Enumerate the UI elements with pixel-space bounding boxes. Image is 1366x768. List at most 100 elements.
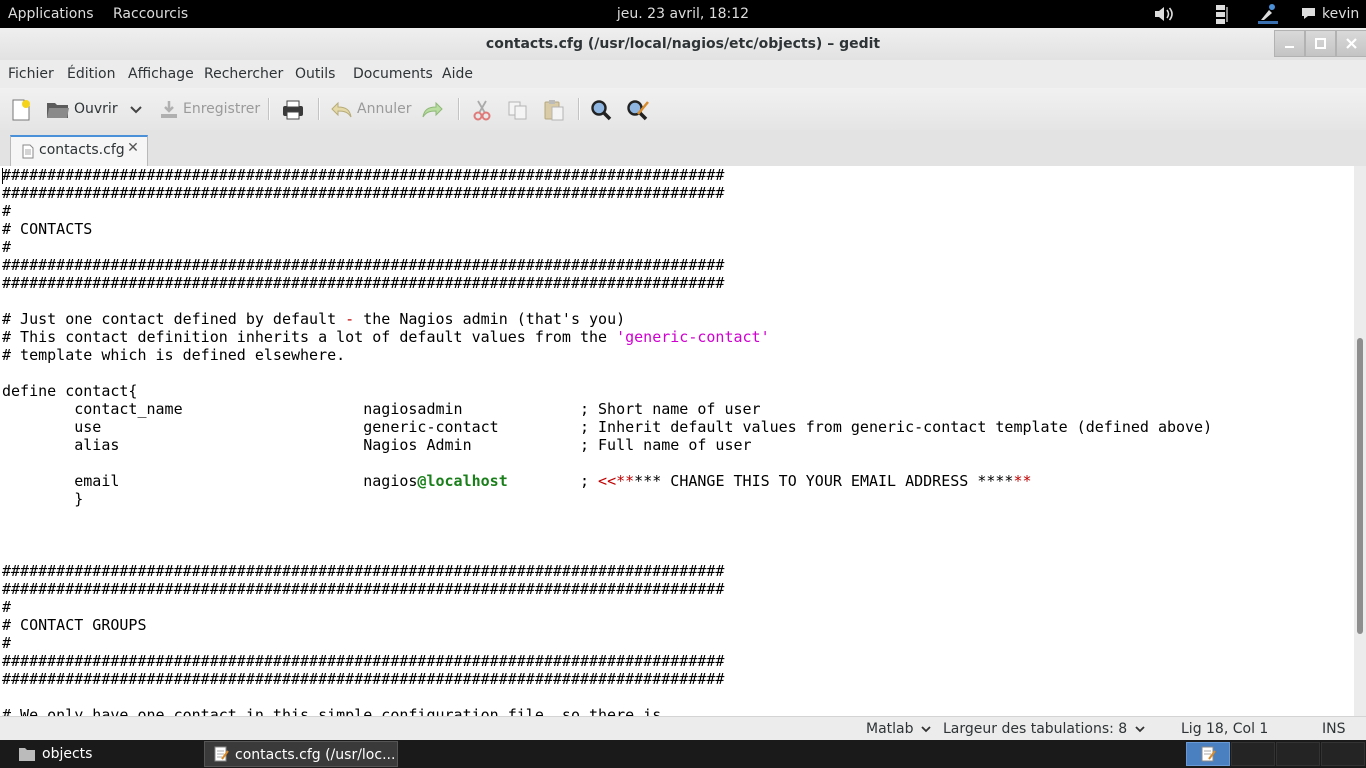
minimize-button[interactable] (1274, 30, 1305, 57)
printer-icon (283, 100, 303, 120)
code-line: ########################################… (2, 166, 725, 184)
code-line: # This contact definition inherits a lot… (2, 328, 770, 346)
document-tabs: contacts.cfg ✕ (0, 130, 1366, 167)
menu-bar: Fichier Édition Affichage Rechercher Out… (0, 60, 1366, 88)
save-icon (161, 101, 177, 118)
tab-width-selector[interactable]: Largeur des tabulations: 8 (943, 717, 1145, 741)
close-icon (1346, 38, 1357, 49)
text-editor[interactable]: ########################################… (0, 166, 1354, 716)
code-line: ########################################… (2, 652, 725, 670)
toolbar: Ouvrir Enregistrer Annuler (0, 88, 1366, 131)
code-line: ########################################… (2, 580, 725, 598)
status-bar: Matlab Largeur des tabulations: 8 Lig 18… (0, 716, 1366, 741)
code-line: # Just one contact defined by default - … (2, 310, 626, 328)
print-button[interactable] (280, 96, 306, 122)
text-cursor (2, 168, 3, 184)
window-title: contacts.cfg (/usr/local/nagios/etc/obje… (485, 36, 881, 52)
maximize-button[interactable] (1305, 30, 1336, 57)
window-titlebar[interactable]: contacts.cfg (/usr/local/nagios/etc/obje… (0, 28, 1366, 60)
menu-aide[interactable]: Aide (442, 60, 473, 88)
paste-button[interactable] (542, 96, 568, 122)
code-line: alias Nagios Admin ; Full name of user (2, 436, 752, 454)
code-line: ########################################… (2, 274, 725, 292)
text-editor-icon (1201, 746, 1216, 762)
clock[interactable]: jeu. 23 avril, 18:12 (617, 6, 749, 22)
workspace-1[interactable] (1186, 742, 1230, 766)
applications-menu[interactable]: Applications (8, 0, 94, 28)
accessibility-icon[interactable] (1256, 0, 1280, 28)
paste-icon (544, 100, 564, 121)
new-document-button[interactable] (9, 96, 37, 122)
code-line: # (2, 202, 12, 220)
language-label: Matlab (866, 721, 914, 737)
code-line: # (2, 598, 12, 616)
menu-outils[interactable]: Outils (295, 60, 335, 88)
menu-documents[interactable]: Documents (353, 60, 433, 88)
chevron-down-icon (130, 106, 142, 114)
maximize-icon (1315, 38, 1326, 49)
language-selector[interactable]: Matlab (866, 717, 931, 741)
redo-icon (422, 101, 443, 118)
search-icon (591, 100, 612, 121)
redo-button[interactable] (420, 96, 448, 122)
undo-label: Annuler (357, 101, 412, 117)
cursor-position: Lig 18, Col 1 (1181, 721, 1269, 737)
chevron-down-icon (1135, 726, 1145, 733)
code-line: # (2, 634, 12, 652)
top-panel: Applications Raccourcis jeu. 23 avril, 1… (0, 0, 1366, 28)
menu-affichage[interactable]: Affichage (128, 60, 194, 88)
code-line: # template which is defined elsewhere. (2, 346, 346, 364)
toolbar-separator (268, 98, 270, 120)
find-button[interactable] (589, 96, 615, 122)
code-line: # CONTACT GROUPS (2, 616, 147, 634)
close-window-button[interactable] (1336, 30, 1366, 57)
copy-button[interactable] (506, 96, 532, 122)
menu-edition[interactable]: Édition (67, 60, 115, 88)
code-line: email nagios@localhost ; <<***** CHANGE … (2, 472, 1032, 490)
code-line: ########################################… (2, 562, 725, 580)
chat-icon[interactable] (1300, 0, 1318, 28)
find-replace-button[interactable] (625, 96, 653, 122)
workspace-2[interactable] (1231, 742, 1275, 766)
new-document-icon (12, 99, 30, 121)
code-line: define contact{ (2, 382, 138, 400)
task-contacts-cfg[interactable]: contacts.cfg (/usr/loc... (204, 741, 398, 767)
tab-contacts-cfg[interactable]: contacts.cfg ✕ (10, 135, 148, 166)
save-label: Enregistrer (183, 101, 261, 117)
code-line: ########################################… (2, 256, 725, 274)
menu-rechercher[interactable]: Rechercher (204, 60, 283, 88)
code-line: # We only have one contact in this simpl… (2, 706, 662, 716)
tab-close-icon[interactable]: ✕ (126, 140, 140, 156)
recent-files-dropdown[interactable] (127, 96, 145, 122)
menu-fichier[interactable]: Fichier (8, 60, 54, 88)
tab-label: contacts.cfg (39, 142, 125, 158)
network-icon[interactable] (1212, 0, 1232, 28)
scrollbar-thumb[interactable] (1357, 338, 1363, 634)
code-content: ########################################… (2, 166, 1212, 716)
chevron-down-icon (921, 726, 931, 733)
taskbar: objects contacts.cfg (/usr/loc... (0, 740, 1366, 768)
workspace-4[interactable] (1321, 742, 1365, 766)
vertical-scrollbar[interactable] (1354, 166, 1366, 716)
undo-icon (331, 101, 352, 118)
user-menu[interactable]: kevin (1322, 0, 1359, 28)
toolbar-separator (458, 98, 460, 120)
undo-button[interactable]: Annuler (330, 96, 412, 122)
open-button[interactable]: Ouvrir (46, 96, 126, 122)
volume-icon[interactable] (1152, 0, 1176, 28)
task-objects[interactable]: objects (8, 741, 198, 767)
open-label: Ouvrir (74, 101, 118, 117)
toolbar-separator (318, 98, 320, 120)
workspace-3[interactable] (1276, 742, 1320, 766)
shortcuts-menu[interactable]: Raccourcis (113, 0, 188, 28)
cut-button[interactable] (470, 96, 496, 122)
folder-icon (19, 748, 35, 761)
code-line: } (2, 490, 84, 508)
copy-icon (508, 101, 527, 120)
save-button[interactable]: Enregistrer (158, 96, 262, 122)
code-line: # (2, 238, 12, 256)
scissors-icon (473, 100, 491, 121)
